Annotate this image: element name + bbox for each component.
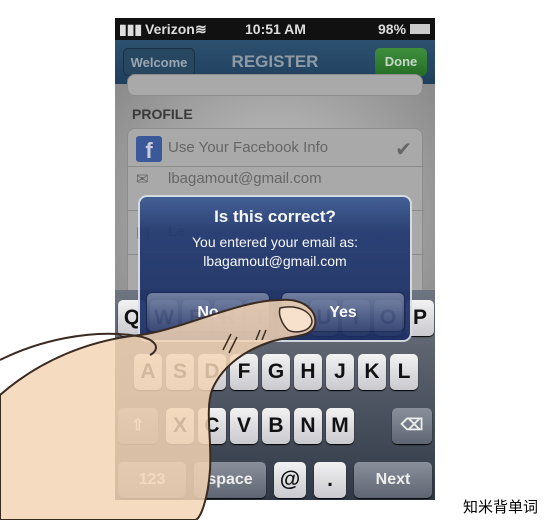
checkmark-icon: ✔: [395, 139, 412, 161]
key-l[interactable]: L: [390, 354, 418, 390]
alert-title: Is this correct?: [214, 207, 336, 226]
key-s[interactable]: S: [166, 354, 194, 390]
facebook-label: Use Your Facebook Info: [168, 139, 329, 156]
phone-screen: ▮▮▮ Verizon ≋ 10:51 AM 98% Welcome REGIS…: [115, 18, 435, 500]
key-a[interactable]: A: [134, 354, 162, 390]
key-k[interactable]: K: [358, 354, 386, 390]
numbers-key[interactable]: 123: [118, 462, 186, 498]
dot-key[interactable]: .: [314, 462, 346, 498]
facebook-icon: f: [136, 136, 162, 163]
key-j[interactable]: J: [326, 354, 354, 390]
status-bar: ▮▮▮ Verizon ≋ 10:51 AM 98%: [115, 18, 435, 40]
alert-message: You entered your email as:: [191, 234, 359, 250]
shift-key[interactable]: ⇧: [118, 408, 158, 444]
clock: 10:51 AM: [245, 21, 306, 37]
mail-icon: ✉: [136, 171, 149, 188]
photo-group: [127, 74, 423, 96]
wifi-icon: ≋: [195, 21, 207, 37]
confirm-alert: Is this correct? You entered your email …: [138, 195, 412, 342]
alert-email: lbagamout@gmail.com: [203, 253, 347, 269]
key-c[interactable]: C: [198, 408, 226, 444]
key-m[interactable]: M: [326, 408, 354, 444]
key-h[interactable]: H: [294, 354, 322, 390]
yes-button[interactable]: Yes: [281, 292, 405, 332]
next-key[interactable]: Next: [354, 462, 432, 498]
facebook-row[interactable]: f Use Your Facebook Info ✔: [128, 129, 424, 167]
key-v[interactable]: V: [230, 408, 258, 444]
key-n[interactable]: N: [294, 408, 322, 444]
battery-icon: [410, 24, 430, 34]
watermark: 知米背单词: [462, 498, 538, 516]
email-field[interactable]: lbagamout@gmail.com: [168, 170, 322, 187]
signal-icon: ▮▮▮: [119, 21, 143, 37]
key-f[interactable]: F: [230, 354, 258, 390]
carrier: Verizon: [145, 21, 195, 37]
no-button[interactable]: No: [146, 292, 270, 332]
key-d[interactable]: D: [198, 354, 226, 390]
done-button[interactable]: Done: [375, 48, 427, 76]
section-header: PROFILE: [132, 106, 193, 122]
key-b[interactable]: B: [262, 408, 290, 444]
delete-key[interactable]: ⌫: [392, 408, 432, 444]
space-key[interactable]: space: [194, 462, 266, 498]
key-g[interactable]: G: [262, 354, 290, 390]
battery-level: 98%: [378, 21, 407, 37]
at-key[interactable]: @: [274, 462, 306, 498]
key-x[interactable]: X: [166, 408, 194, 444]
